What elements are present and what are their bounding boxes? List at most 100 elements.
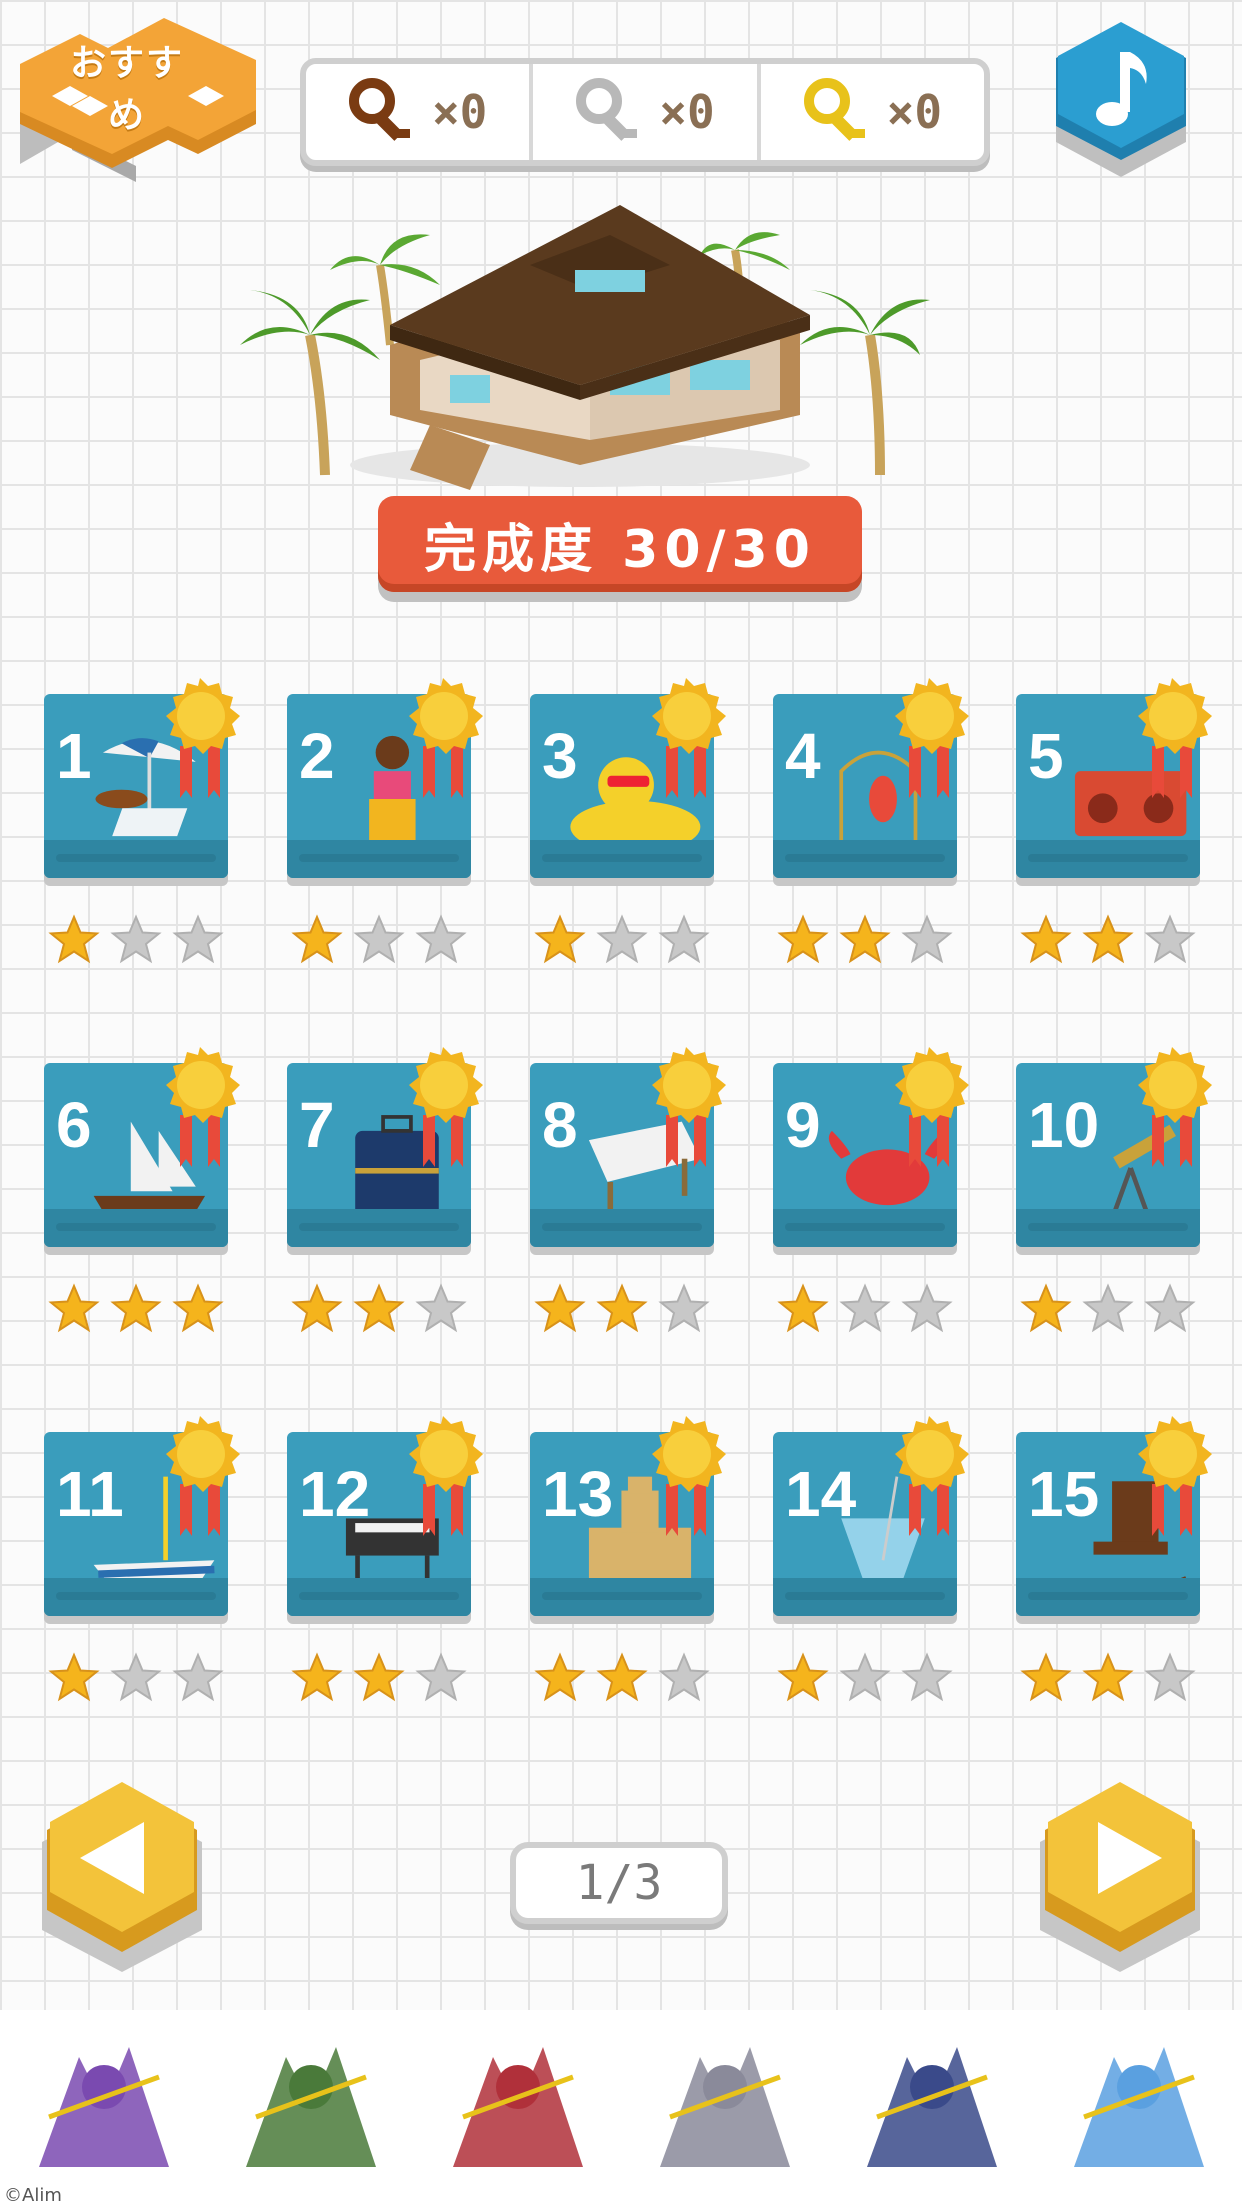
star-filled-icon <box>777 1652 829 1708</box>
star-filled-icon <box>534 914 586 970</box>
star-empty-icon <box>1082 1283 1134 1339</box>
gold-key-count: ×0 <box>886 85 943 139</box>
silver-key-count: ×0 <box>659 85 715 139</box>
stage-card-strip <box>530 840 714 878</box>
stage-card-14[interactable]: 14 <box>773 1414 969 1702</box>
star-filled-icon <box>1020 1283 1072 1339</box>
star-empty-icon <box>839 1283 891 1339</box>
stage-number: 7 <box>299 1089 335 1161</box>
stage-card-3[interactable]: 3 <box>530 676 726 964</box>
key-slot-bronze: ×0 <box>306 64 529 160</box>
dragon-warrior-icon <box>19 2017 189 2201</box>
star-filled-icon <box>110 1283 162 1339</box>
stage-card-1[interactable]: 1 <box>44 676 240 964</box>
stage-stars <box>44 1283 228 1339</box>
ad-banner[interactable]: ©Alim <box>0 2010 1242 2208</box>
stage-stars <box>1016 914 1200 970</box>
star-filled-icon <box>1082 1652 1134 1708</box>
completion-banner: 完成度 30/30 <box>378 496 862 592</box>
stage-card-15[interactable]: 15 <box>1016 1414 1212 1702</box>
star-empty-icon <box>839 1652 891 1708</box>
stage-card-strip <box>773 1209 957 1247</box>
stage-number: 13 <box>542 1458 614 1530</box>
gold-medal-icon <box>152 676 248 806</box>
star-empty-icon <box>901 1652 953 1708</box>
star-empty-icon <box>353 914 405 970</box>
star-empty-icon <box>901 1283 953 1339</box>
gold-medal-icon <box>881 676 977 806</box>
palm-tree-right <box>800 290 930 476</box>
stage-card-8[interactable]: 8 <box>530 1045 726 1333</box>
star-empty-icon <box>658 1652 710 1708</box>
star-filled-icon <box>48 914 100 970</box>
stage-card-strip <box>1016 1578 1200 1616</box>
star-filled-icon <box>534 1652 586 1708</box>
stage-card-9[interactable]: 9 <box>773 1045 969 1333</box>
star-empty-icon <box>1144 1283 1196 1339</box>
stage-card-strip <box>287 1209 471 1247</box>
blue-angel-icon <box>1054 2017 1224 2201</box>
stage-card-strip <box>44 840 228 878</box>
gold-medal-icon <box>152 1414 248 1544</box>
stage-card-10[interactable]: 10 <box>1016 1045 1212 1333</box>
gold-medal-icon <box>1124 676 1220 806</box>
stage-number: 3 <box>542 720 578 792</box>
gold-medal-icon <box>1124 1045 1220 1175</box>
stage-number: 6 <box>56 1089 92 1161</box>
gold-medal-icon <box>1124 1414 1220 1544</box>
red-knight-icon <box>433 2017 603 2201</box>
prev-page-button[interactable] <box>32 1780 212 1980</box>
stage-card-4[interactable]: 4 <box>773 676 969 964</box>
star-empty-icon <box>172 1652 224 1708</box>
stage-card-7[interactable]: 7 <box>287 1045 483 1333</box>
stage-number: 11 <box>56 1458 124 1530</box>
stage-number: 4 <box>785 720 821 792</box>
stage-number: 15 <box>1028 1458 1100 1530</box>
stage-stars <box>530 1652 714 1708</box>
stage-card-11[interactable]: 11 <box>44 1414 240 1702</box>
star-filled-icon <box>48 1283 100 1339</box>
stage-card-strip <box>44 1209 228 1247</box>
star-filled-icon <box>596 1652 648 1708</box>
silver-key-icon <box>576 78 638 141</box>
stage-card-strip <box>530 1209 714 1247</box>
stage-card-strip <box>773 1578 957 1616</box>
next-page-button[interactable] <box>1030 1780 1210 1980</box>
star-empty-icon <box>901 914 953 970</box>
stage-card-12[interactable]: 12 <box>287 1414 483 1702</box>
gold-medal-icon <box>395 1045 491 1175</box>
stage-stars <box>530 1283 714 1339</box>
stage-stars <box>287 1283 471 1339</box>
star-filled-icon <box>353 1283 405 1339</box>
gold-medal-icon <box>395 676 491 806</box>
star-filled-icon <box>353 1652 405 1708</box>
stage-card-13[interactable]: 13 <box>530 1414 726 1702</box>
stage-card-2[interactable]: 2 <box>287 676 483 964</box>
stage-card-strip <box>1016 1209 1200 1247</box>
stage-card-5[interactable]: 5 <box>1016 676 1212 964</box>
star-filled-icon <box>1020 914 1072 970</box>
stage-stars <box>44 914 228 970</box>
star-filled-icon <box>1082 914 1134 970</box>
stage-number: 10 <box>1028 1089 1100 1161</box>
key-slot-silver: ×0 <box>529 64 756 160</box>
star-empty-icon <box>110 1652 162 1708</box>
stage-card-strip <box>44 1578 228 1616</box>
stage-stars <box>1016 1283 1200 1339</box>
star-empty-icon <box>415 1652 467 1708</box>
recommend-button[interactable]: おすすめ <box>12 14 262 184</box>
stage-number: 8 <box>542 1089 578 1161</box>
star-filled-icon <box>777 1283 829 1339</box>
star-filled-icon <box>777 914 829 970</box>
music-button[interactable] <box>1046 22 1196 182</box>
key-slot-gold: ×0 <box>756 64 984 160</box>
stage-card-6[interactable]: 6 <box>44 1045 240 1333</box>
star-empty-icon <box>110 914 162 970</box>
stage-card-strip <box>287 1578 471 1616</box>
stage-stars <box>287 1652 471 1708</box>
star-filled-icon <box>534 1283 586 1339</box>
stage-stars <box>287 914 471 970</box>
star-empty-icon <box>1144 914 1196 970</box>
gold-medal-icon <box>152 1045 248 1175</box>
stage-number: 14 <box>785 1458 857 1530</box>
